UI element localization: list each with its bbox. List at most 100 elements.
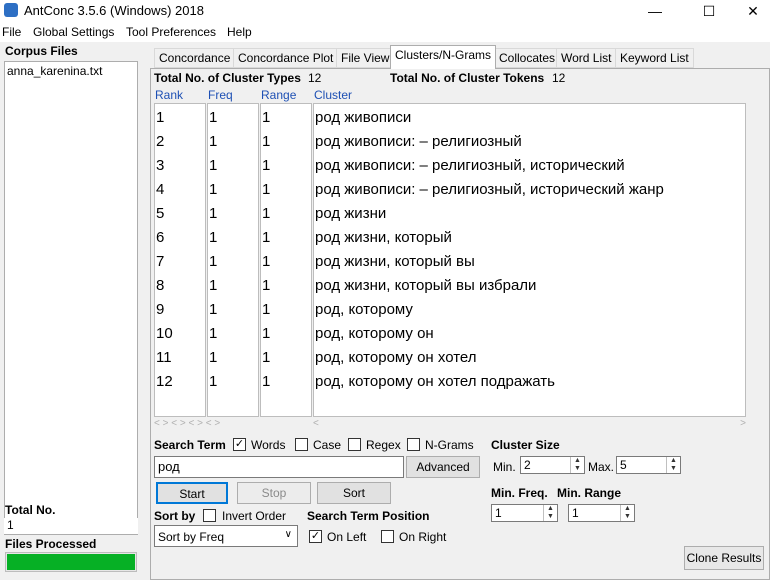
minimize-button[interactable]: — [632, 0, 678, 22]
advanced-button[interactable]: Advanced [406, 456, 480, 478]
freq-cell: 1 [209, 109, 218, 126]
regex-label: Regex [366, 438, 401, 452]
cluster-cell[interactable]: род жизни, который вы избрали [315, 277, 536, 294]
cluster-size-label: Cluster Size [491, 438, 560, 452]
range-cell: 1 [262, 133, 271, 150]
words-checkbox[interactable]: ✓ [233, 438, 246, 451]
range-column[interactable]: 1 1 1 1 1 1 1 1 1 1 1 1 [260, 103, 312, 417]
tab-keyword-list[interactable]: Keyword List [615, 48, 694, 68]
columns-scrollbar[interactable]: < > < > < > < > [154, 418, 311, 430]
case-checkbox[interactable] [295, 438, 308, 451]
menu-global-settings[interactable]: Global Settings [33, 25, 114, 39]
freq-cell: 1 [209, 133, 218, 150]
on-right-checkbox[interactable] [381, 530, 394, 543]
freq-cell: 1 [209, 349, 218, 366]
close-button[interactable]: ✕ [730, 0, 770, 22]
cluster-cell[interactable]: род жизни, который [315, 229, 452, 246]
max-size-label: Max. [588, 460, 615, 474]
min-size-spin-arrows[interactable]: ▲ ▼ [570, 457, 584, 473]
maximize-button[interactable]: ☐ [686, 0, 732, 22]
rank-cell: 4 [156, 181, 165, 198]
on-left-checkbox[interactable]: ✓ [309, 530, 322, 543]
tab-concordance-plot[interactable]: Concordance Plot [233, 48, 339, 68]
on-right-label: On Right [399, 530, 447, 544]
cluster-cell[interactable]: род живописи [315, 109, 411, 126]
cluster-cell[interactable]: род живописи: – религиозный [315, 133, 522, 150]
max-size-spinner[interactable]: 5 ▲ ▼ [616, 456, 681, 474]
column-header-range[interactable]: Range [261, 88, 296, 102]
on-left-label: On Left [327, 530, 367, 544]
rank-cell: 3 [156, 157, 165, 174]
freq-cell: 1 [209, 181, 218, 198]
column-header-freq[interactable]: Freq [208, 88, 233, 102]
title-bar: AntConc 3.5.6 (Windows) 2018 — ☐ ✕ [0, 0, 770, 22]
ngrams-checkbox[interactable] [407, 438, 420, 451]
clusters-panel: Total No. of Cluster Types 12 Total No. … [150, 68, 770, 580]
cluster-tokens-label: Total No. of Cluster Tokens [390, 71, 545, 85]
range-cell: 1 [262, 181, 271, 198]
tab-collocates[interactable]: Collocates [494, 48, 561, 68]
cluster-cell[interactable]: род, которому он хотел [315, 349, 477, 366]
column-header-cluster[interactable]: Cluster [314, 88, 352, 102]
search-term-input[interactable]: род [154, 456, 404, 478]
invert-order-checkbox[interactable] [203, 509, 216, 522]
main-area: Concordance Concordance Plot File View C… [150, 45, 770, 580]
min-range-label: Min. Range [557, 486, 622, 500]
min-freq-label: Min. Freq. [491, 486, 548, 500]
min-freq-spinner[interactable]: 1 ▲ ▼ [491, 504, 558, 522]
menu-tool-preferences[interactable]: Tool Preferences [126, 25, 216, 39]
rank-column[interactable]: 1 2 3 4 5 6 7 8 9 10 11 12 [154, 103, 206, 417]
files-processed-label: Files Processed [5, 537, 97, 551]
clone-results-button[interactable]: Clone Results [684, 546, 764, 570]
range-cell: 1 [262, 253, 271, 270]
regex-checkbox[interactable] [348, 438, 361, 451]
tab-file-view[interactable]: File View [336, 48, 395, 68]
tab-clusters-ngrams[interactable]: Clusters/N-Grams [390, 45, 497, 69]
range-cell: 1 [262, 205, 271, 222]
search-term-position-label: Search Term Position [307, 509, 430, 523]
freq-column[interactable]: 1 1 1 1 1 1 1 1 1 1 1 1 [207, 103, 259, 417]
sort-button[interactable]: Sort [317, 482, 391, 504]
total-no-label: Total No. [5, 503, 56, 517]
menu-bar: File Global Settings Tool Preferences He… [0, 22, 770, 42]
cluster-cell[interactable]: род, которому [315, 301, 413, 318]
cluster-column[interactable]: род живописи род живописи: – религиозный р… [313, 103, 746, 417]
freq-cell: 1 [209, 373, 218, 390]
freq-cell: 1 [209, 205, 218, 222]
chevron-down-icon: ∨ [284, 529, 292, 540]
cluster-cell[interactable]: род живописи: – религиозный, исторически… [315, 157, 625, 174]
corpus-files-label: Corpus Files [5, 44, 78, 58]
max-size-value: 5 [620, 458, 627, 472]
rank-cell: 10 [156, 325, 173, 342]
sort-by-select[interactable]: Sort by Freq ∨ [154, 525, 298, 547]
tab-concordance[interactable]: Concordance [154, 48, 236, 68]
corpus-file-list[interactable]: anna_karenina.txt [4, 61, 138, 535]
menu-help[interactable]: Help [227, 25, 252, 39]
column-header-rank[interactable]: Rank [155, 88, 183, 102]
menu-file[interactable]: File [2, 25, 21, 39]
rank-cell: 1 [156, 109, 165, 126]
min-size-value: 2 [524, 458, 531, 472]
min-freq-spin-arrows[interactable]: ▲ ▼ [543, 505, 557, 521]
cluster-cell[interactable]: род живописи: – религиозный, исторически… [315, 181, 664, 198]
min-freq-value: 1 [495, 506, 502, 520]
range-cell: 1 [262, 325, 271, 342]
min-size-spinner[interactable]: 2 ▲ ▼ [520, 456, 585, 474]
start-button[interactable]: Start [156, 482, 228, 504]
cluster-cell[interactable]: род, которому он [315, 325, 434, 342]
min-range-spin-arrows[interactable]: ▲ ▼ [620, 505, 634, 521]
cluster-cell[interactable]: род, которому он хотел подражать [315, 373, 555, 390]
max-size-spin-arrows[interactable]: ▲ ▼ [666, 457, 680, 473]
cluster-tokens-value: 12 [552, 71, 566, 85]
cluster-scrollbar[interactable]: < > [313, 418, 746, 430]
corpus-file-item[interactable]: anna_karenina.txt [7, 64, 102, 78]
rank-cell: 8 [156, 277, 165, 294]
case-label: Case [313, 438, 342, 452]
cluster-cell[interactable]: род жизни, который вы [315, 253, 475, 270]
min-range-spinner[interactable]: 1 ▲ ▼ [568, 504, 635, 522]
range-cell: 1 [262, 349, 271, 366]
stop-button[interactable]: Stop [237, 482, 311, 504]
cluster-cell[interactable]: род жизни [315, 205, 386, 222]
tab-word-list[interactable]: Word List [556, 48, 617, 68]
freq-cell: 1 [209, 325, 218, 342]
